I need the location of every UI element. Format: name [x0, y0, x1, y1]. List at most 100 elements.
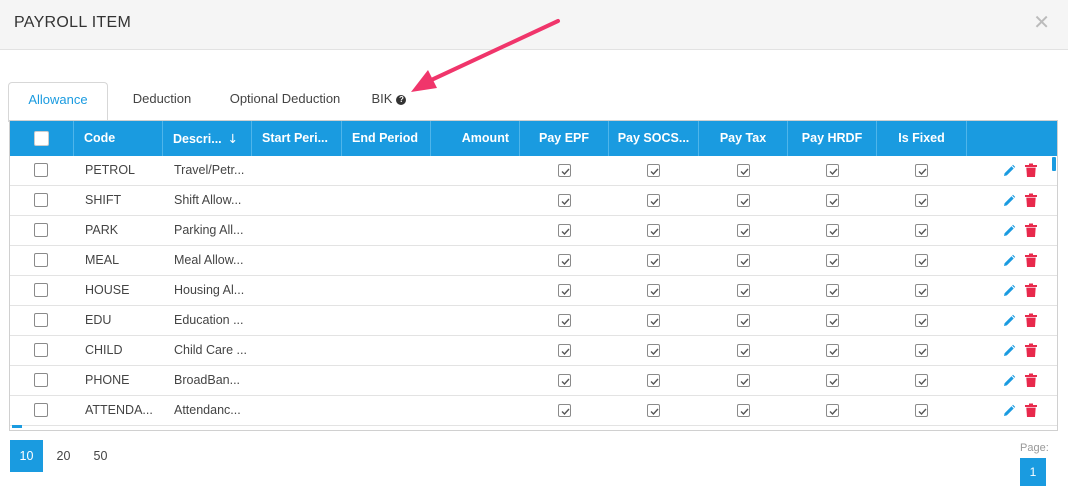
pay-socso-checkbox[interactable]	[647, 224, 660, 237]
trash-icon[interactable]	[1024, 403, 1038, 418]
pay-tax-checkbox[interactable]	[737, 374, 750, 387]
pay-tax-checkbox[interactable]	[737, 404, 750, 417]
is-fixed-checkbox[interactable]	[915, 194, 928, 207]
is-fixed-checkbox[interactable]	[915, 404, 928, 417]
pay-epf-checkbox[interactable]	[558, 344, 571, 357]
table-row[interactable]: PARK Parking All...	[10, 216, 1057, 246]
tab-allowance[interactable]: Allowance	[8, 82, 108, 122]
pay-epf-checkbox[interactable]	[558, 284, 571, 297]
trash-icon[interactable]	[1024, 283, 1038, 298]
page-size-10-button[interactable]: 10	[10, 440, 43, 472]
pay-hrdf-checkbox[interactable]	[826, 164, 839, 177]
pencil-icon[interactable]	[1002, 224, 1016, 238]
pay-tax-checkbox[interactable]	[737, 254, 750, 267]
header-pay-hrdf[interactable]: Pay HRDF	[788, 121, 877, 156]
trash-icon[interactable]	[1024, 253, 1038, 268]
table-row[interactable]: EDU Education ...	[10, 306, 1057, 336]
pay-socso-checkbox[interactable]	[647, 404, 660, 417]
pay-hrdf-checkbox[interactable]	[826, 284, 839, 297]
is-fixed-checkbox[interactable]	[915, 314, 928, 327]
header-pay-tax[interactable]: Pay Tax	[699, 121, 788, 156]
pay-tax-checkbox[interactable]	[737, 164, 750, 177]
pay-hrdf-checkbox[interactable]	[826, 314, 839, 327]
row-select-checkbox[interactable]	[34, 283, 48, 297]
header-amount[interactable]: Amount	[431, 121, 520, 156]
pencil-icon[interactable]	[1002, 194, 1016, 208]
pay-hrdf-checkbox[interactable]	[826, 224, 839, 237]
pay-epf-checkbox[interactable]	[558, 224, 571, 237]
pencil-icon[interactable]	[1002, 404, 1016, 418]
row-select-checkbox[interactable]	[34, 253, 48, 267]
table-row[interactable]: HOUSE Housing Al...	[10, 276, 1057, 306]
pay-epf-checkbox[interactable]	[558, 404, 571, 417]
table-row[interactable]: MEAL Meal Allow...	[10, 246, 1057, 276]
pay-tax-checkbox[interactable]	[737, 284, 750, 297]
vertical-scrollbar[interactable]	[1052, 157, 1056, 171]
header-code[interactable]: Code	[74, 121, 163, 156]
pencil-icon[interactable]	[1002, 164, 1016, 178]
header-pay-socso[interactable]: Pay SOCS...	[609, 121, 699, 156]
row-select-checkbox[interactable]	[34, 343, 48, 357]
close-icon[interactable]: ✕	[1033, 10, 1050, 34]
pay-hrdf-checkbox[interactable]	[826, 194, 839, 207]
trash-icon[interactable]	[1024, 163, 1038, 178]
trash-icon[interactable]	[1024, 313, 1038, 328]
pencil-icon[interactable]	[1002, 254, 1016, 268]
header-is-fixed[interactable]: Is Fixed	[877, 121, 967, 156]
row-select-checkbox[interactable]	[34, 313, 48, 327]
pay-epf-checkbox[interactable]	[558, 314, 571, 327]
tab-deduction[interactable]: Deduction	[118, 82, 206, 120]
pay-epf-checkbox[interactable]	[558, 254, 571, 267]
pay-hrdf-checkbox[interactable]	[826, 404, 839, 417]
pay-epf-checkbox[interactable]	[558, 164, 571, 177]
header-start-period[interactable]: Start Peri...	[252, 121, 342, 156]
pay-socso-checkbox[interactable]	[647, 254, 660, 267]
pay-tax-checkbox[interactable]	[737, 314, 750, 327]
pay-epf-checkbox[interactable]	[558, 374, 571, 387]
question-circle-icon[interactable]: ?	[396, 95, 407, 105]
table-row[interactable]: PETROL Travel/Petr...	[10, 156, 1057, 186]
row-select-checkbox[interactable]	[34, 223, 48, 237]
is-fixed-checkbox[interactable]	[915, 224, 928, 237]
pay-tax-checkbox[interactable]	[737, 344, 750, 357]
pencil-icon[interactable]	[1002, 284, 1016, 298]
page-1-button[interactable]: 1	[1020, 458, 1046, 486]
pencil-icon[interactable]	[1002, 314, 1016, 328]
header-pay-epf[interactable]: Pay EPF	[520, 121, 609, 156]
table-row[interactable]: PHONE BroadBan...	[10, 366, 1057, 396]
pay-socso-checkbox[interactable]	[647, 344, 660, 357]
table-row[interactable]: CHILD Child Care ...	[10, 336, 1057, 366]
page-size-20-button[interactable]: 20	[47, 440, 80, 472]
pay-socso-checkbox[interactable]	[647, 314, 660, 327]
row-select-checkbox[interactable]	[34, 163, 48, 177]
is-fixed-checkbox[interactable]	[915, 374, 928, 387]
pay-socso-checkbox[interactable]	[647, 374, 660, 387]
pay-tax-checkbox[interactable]	[737, 224, 750, 237]
pay-socso-checkbox[interactable]	[647, 164, 660, 177]
trash-icon[interactable]	[1024, 193, 1038, 208]
row-select-checkbox[interactable]	[34, 193, 48, 207]
pay-socso-checkbox[interactable]	[647, 194, 660, 207]
tab-optional-deduction[interactable]: Optional Deduction	[216, 82, 354, 120]
header-description[interactable]: Descri... ↓	[163, 121, 252, 156]
pay-epf-checkbox[interactable]	[558, 194, 571, 207]
pay-socso-checkbox[interactable]	[647, 284, 660, 297]
trash-icon[interactable]	[1024, 373, 1038, 388]
is-fixed-checkbox[interactable]	[915, 164, 928, 177]
pay-hrdf-checkbox[interactable]	[826, 374, 839, 387]
header-end-period[interactable]: End Period	[342, 121, 431, 156]
is-fixed-checkbox[interactable]	[915, 344, 928, 357]
pay-tax-checkbox[interactable]	[737, 194, 750, 207]
pay-hrdf-checkbox[interactable]	[826, 254, 839, 267]
table-row[interactable]: SHIFT Shift Allow...	[10, 186, 1057, 216]
trash-icon[interactable]	[1024, 223, 1038, 238]
table-row[interactable]: ATTENDA... Attendanc...	[10, 396, 1057, 426]
row-select-checkbox[interactable]	[34, 403, 48, 417]
trash-icon[interactable]	[1024, 343, 1038, 358]
tab-bik[interactable]: BIK?	[364, 82, 414, 120]
select-all-checkbox[interactable]	[34, 131, 49, 146]
pencil-icon[interactable]	[1002, 344, 1016, 358]
pay-hrdf-checkbox[interactable]	[826, 344, 839, 357]
row-select-checkbox[interactable]	[34, 373, 48, 387]
page-size-50-button[interactable]: 50	[84, 440, 117, 472]
